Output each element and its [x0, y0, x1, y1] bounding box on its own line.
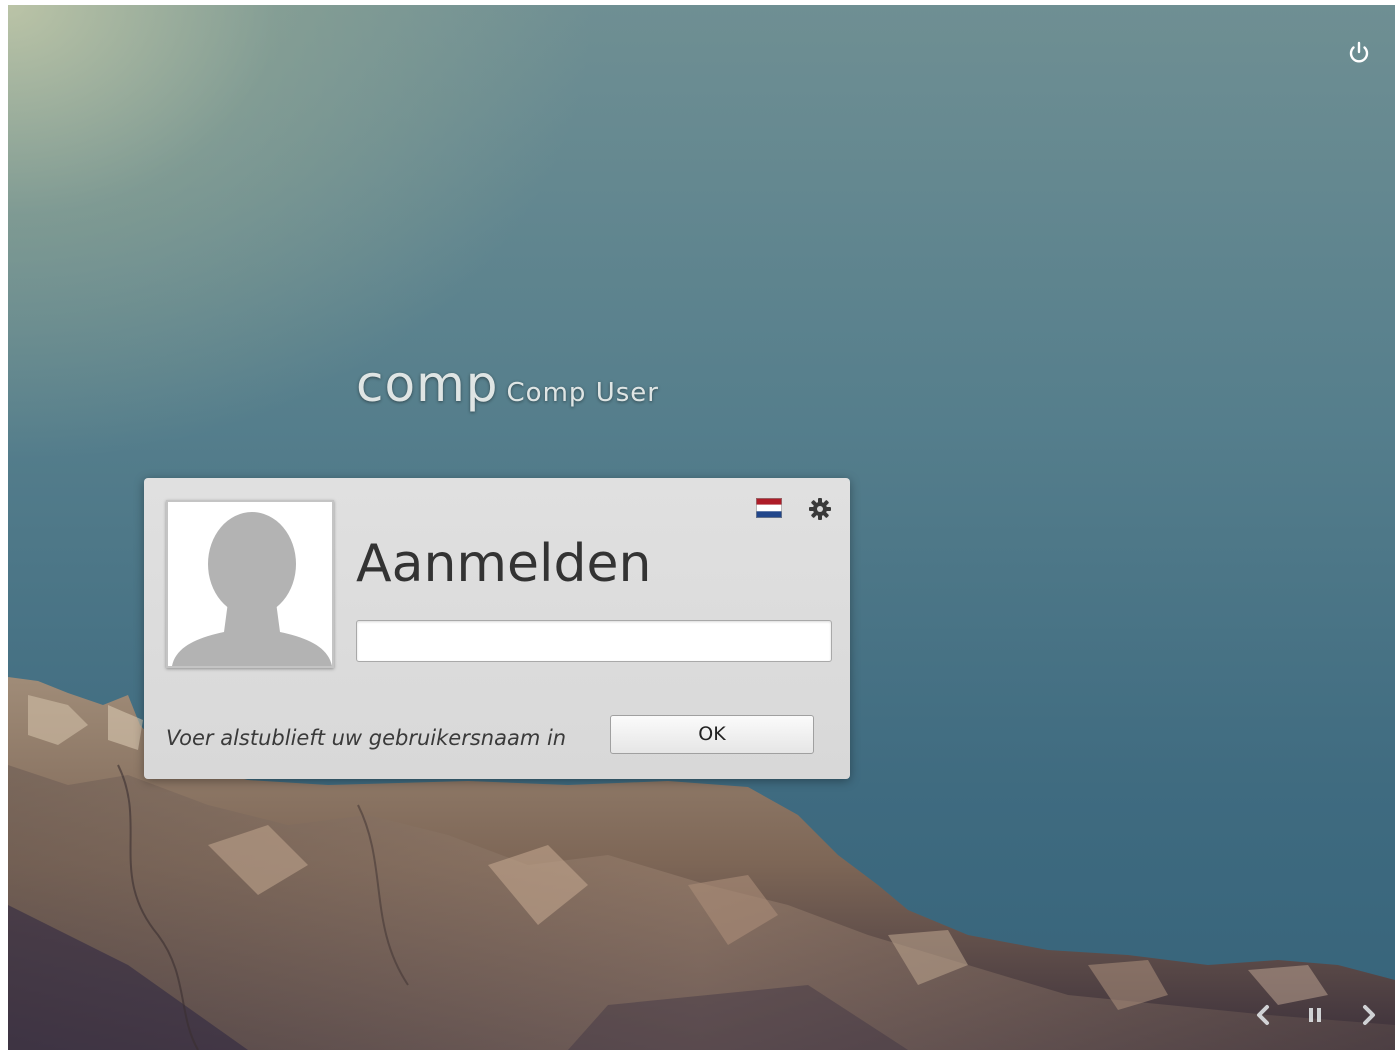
user-avatar [166, 500, 334, 668]
chevron-right-icon [1363, 1005, 1375, 1025]
username-input[interactable] [356, 620, 832, 662]
user-full-name: Comp User [506, 378, 659, 408]
session-settings-button[interactable] [808, 497, 832, 521]
chevron-left-icon [1257, 1005, 1269, 1025]
power-icon [1349, 41, 1369, 63]
next-background-button[interactable] [1356, 1001, 1382, 1029]
avatar-silhouette-icon [172, 512, 332, 666]
ok-button[interactable]: OK [610, 715, 814, 754]
pause-slideshow-button[interactable] [1302, 1001, 1328, 1029]
host-user-label: comp Comp User [356, 355, 659, 413]
login-title: Aanmelden [356, 534, 652, 594]
hostname: comp [356, 355, 499, 413]
login-dialog: Aanmelden Voer alstublieft uw gebruikers… [144, 478, 850, 779]
language-selector[interactable] [756, 498, 782, 518]
netherlands-flag-icon [756, 498, 782, 518]
gear-icon [809, 498, 831, 520]
username-prompt: Voer alstublieft uw gebruikersnaam in [166, 726, 567, 750]
previous-background-button[interactable] [1250, 1001, 1276, 1029]
pause-icon [1309, 1008, 1321, 1022]
greeter-screen: comp Comp User Aanmelden Voer alstublief… [8, 5, 1395, 1050]
power-button[interactable] [1344, 38, 1374, 68]
